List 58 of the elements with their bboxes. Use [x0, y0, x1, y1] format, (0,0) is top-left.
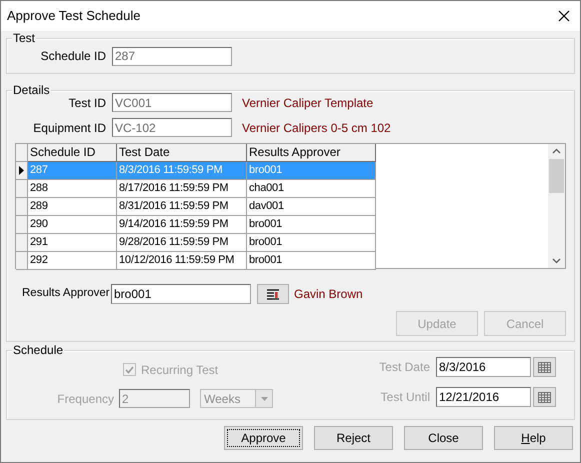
input-field[interactable]: bro001 [111, 284, 251, 304]
scroll-thumb[interactable] [549, 159, 564, 193]
table-cell: 10/12/2016 11:59:59 PM [117, 252, 247, 270]
group-legend: Test [12, 31, 36, 45]
field-label: Test Date [378, 359, 431, 376]
input-field[interactable]: VC001 [112, 93, 232, 112]
approver-name: Gavin Brown [294, 286, 363, 303]
table-cell: bro001 [247, 216, 376, 234]
calendar-icon [538, 362, 551, 372]
field-label: Schedule ID [40, 48, 107, 65]
current-row-icon [19, 166, 24, 175]
lookup-button[interactable] [257, 284, 289, 304]
scroll-up-icon[interactable] [552, 148, 561, 154]
table-cell: 291 [28, 234, 117, 252]
column-header[interactable]: Test Date [117, 144, 247, 162]
table-cell: 289 [28, 198, 117, 216]
table-cell: 8/31/2016 11:59:59 PM [117, 198, 247, 216]
close-icon[interactable] [558, 10, 570, 22]
table-cell: 290 [28, 216, 117, 234]
group-legend: Schedule [12, 343, 64, 357]
table-cell: cha001 [247, 180, 376, 198]
table-cell: 9/28/2016 11:59:59 PM [117, 234, 247, 252]
scrollbar[interactable] [548, 144, 565, 268]
calendar-button[interactable] [533, 357, 556, 377]
checkbox-label: Recurring Test [141, 362, 218, 378]
window-title: Approve Test Schedule [7, 7, 140, 26]
table-cell: 288 [28, 180, 117, 198]
table-cell: bro001 [247, 234, 376, 252]
table-cell: dav001 [247, 198, 376, 216]
field-label: Frequency [56, 390, 115, 408]
calendar-icon [538, 392, 551, 402]
table-cell: bro001 [247, 252, 376, 270]
list-icon [266, 288, 280, 300]
field-label: Test Until [380, 389, 431, 406]
description-text: Vernier Caliper Template [242, 94, 374, 112]
table-cell: bro001 [247, 162, 376, 180]
table-cell: 8/3/2016 11:59:59 PM [117, 162, 247, 180]
button[interactable]: Help [494, 426, 573, 450]
button[interactable]: Close [404, 426, 483, 450]
scroll-down-icon[interactable] [552, 258, 561, 264]
button[interactable]: Reject [314, 426, 393, 450]
input-field[interactable]: VC-102 [112, 118, 232, 137]
field-label: Results Approver [22, 286, 111, 302]
field-label: Equipment ID [32, 120, 107, 136]
table-cell: 9/14/2016 11:59:59 PM [117, 216, 247, 234]
description-text: Vernier Calipers 0-5 cm 102 [242, 120, 391, 136]
group-legend: Details [12, 83, 51, 97]
calendar-button[interactable] [533, 387, 556, 407]
table-cell: 8/17/2016 11:59:59 PM [117, 180, 247, 198]
column-header[interactable]: Schedule ID [28, 144, 117, 162]
dropdown-value: Weeks [204, 390, 240, 408]
input-field[interactable]: 287 [112, 46, 232, 66]
field-label: Test ID [68, 94, 107, 112]
button[interactable]: Approve [224, 426, 303, 450]
column-header[interactable]: Results Approver [247, 144, 376, 162]
row-header[interactable] [16, 162, 28, 180]
table-cell: 287 [28, 162, 117, 180]
table-cell: 292 [28, 252, 117, 270]
